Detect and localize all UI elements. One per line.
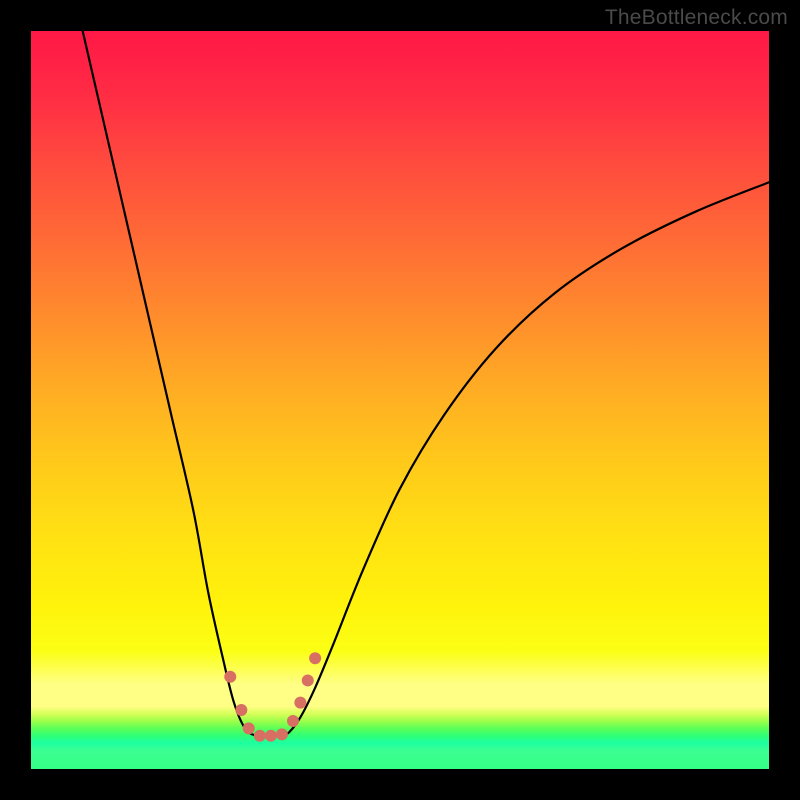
data-dot xyxy=(287,715,299,727)
data-dot xyxy=(235,704,247,716)
bottleneck-curve-left xyxy=(83,31,264,736)
data-dots xyxy=(224,652,321,741)
watermark-text: TheBottleneck.com xyxy=(605,6,788,30)
curve-layer xyxy=(31,31,769,769)
data-dot xyxy=(254,730,266,742)
data-dot xyxy=(302,674,314,686)
data-dot xyxy=(309,652,321,664)
data-dot xyxy=(276,728,288,740)
chart-frame: TheBottleneck.com xyxy=(0,0,800,800)
bottleneck-curve-right xyxy=(282,182,769,736)
plot-area xyxy=(31,31,769,769)
data-dot xyxy=(265,730,277,742)
data-dot xyxy=(243,722,255,734)
data-dot xyxy=(224,671,236,683)
data-dot xyxy=(294,697,306,709)
